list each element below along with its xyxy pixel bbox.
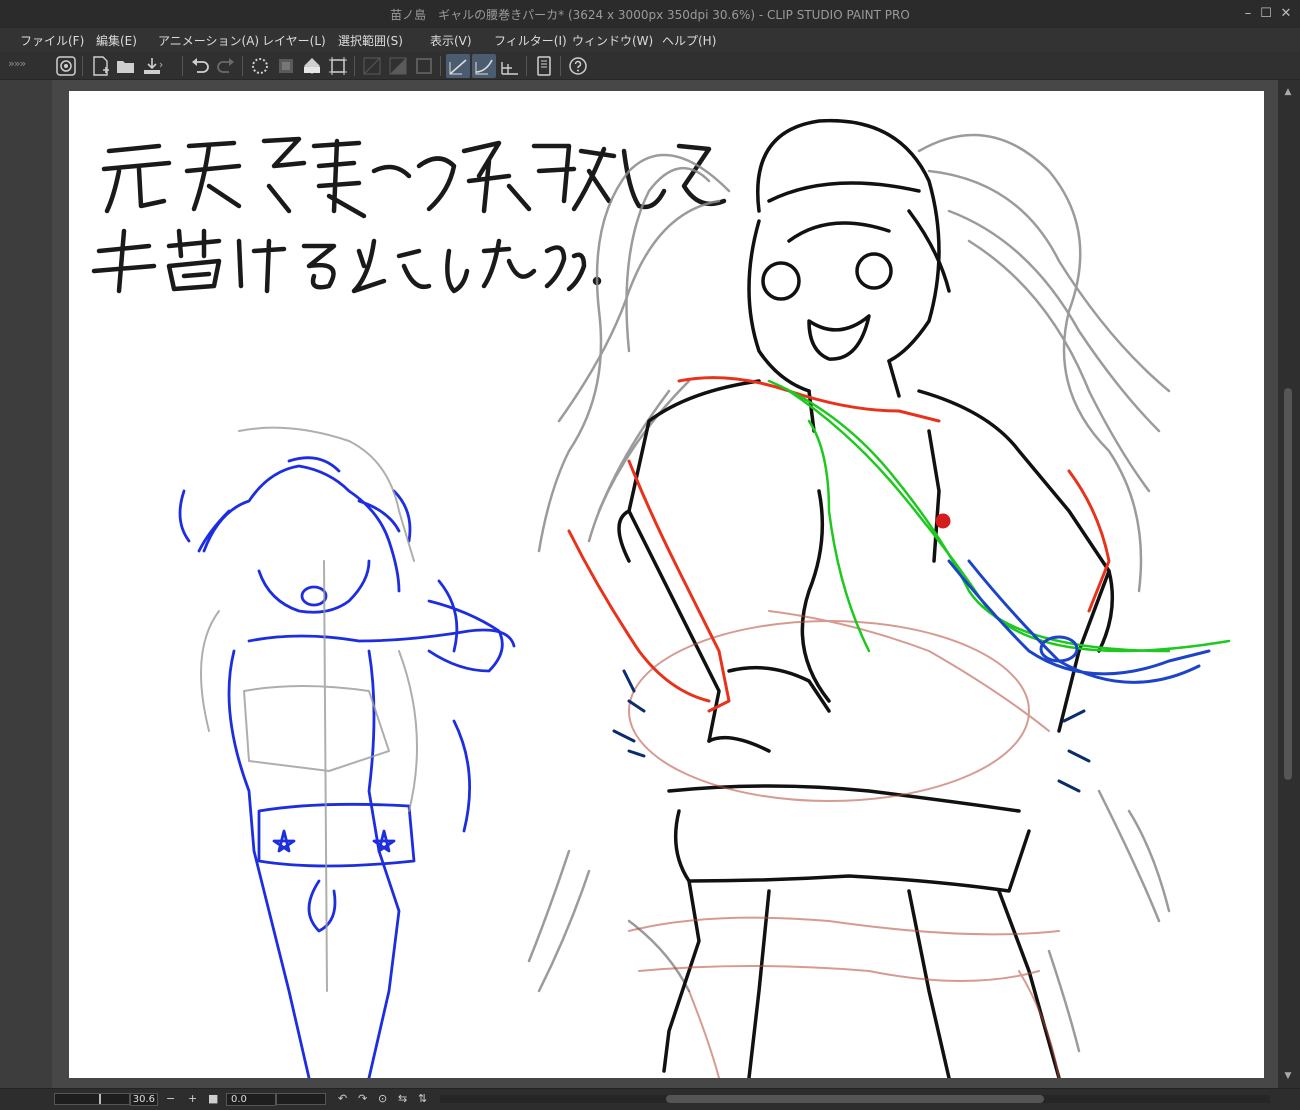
rotation-value[interactable]: 0.0: [226, 1093, 276, 1106]
frame-icon[interactable]: [412, 54, 436, 78]
toolbar-separator: [182, 56, 183, 76]
zoom-out-button[interactable]: −: [166, 1092, 175, 1106]
menu-layer[interactable]: レイヤー(L): [262, 32, 326, 49]
brooch: [935, 513, 951, 529]
panel-collapse-icon[interactable]: »»»: [8, 57, 26, 70]
green-ribbon: [767, 379, 1231, 653]
snap-special-ruler-icon[interactable]: [472, 54, 496, 78]
toolbar-separator: [354, 56, 355, 76]
maximize-button[interactable]: ☐: [1256, 4, 1276, 24]
command-bar: »»»: [0, 52, 1300, 80]
close-button[interactable]: ✕: [1276, 4, 1296, 24]
vertical-scrollbar[interactable]: ▲ ▼: [1278, 80, 1300, 1088]
zoom-slider-knob[interactable]: [99, 1094, 101, 1104]
scroll-up-icon[interactable]: ▲: [1282, 86, 1294, 98]
new-file-icon[interactable]: [88, 54, 112, 78]
toolbar-separator: [526, 56, 527, 76]
horizontal-scrollbar[interactable]: [440, 1095, 1270, 1103]
zoom-in-button[interactable]: +: [188, 1092, 197, 1106]
menu-window[interactable]: ウィンドウ(W): [572, 32, 653, 49]
menu-filter[interactable]: フィルター(I): [494, 32, 567, 49]
transform-icon[interactable]: [326, 54, 350, 78]
handwritten-text-line-1: [101, 136, 727, 219]
title-bar: 苗ノ島 ギャルの腰巻きパーカ* (3624 x 3000px 350dpi 30…: [0, 0, 1300, 28]
toolbar-separator: [440, 56, 441, 76]
drawing-canvas[interactable]: [69, 91, 1264, 1078]
flip-vertical-icon[interactable]: ⇅: [418, 1092, 427, 1106]
menu-file[interactable]: ファイル(F): [20, 32, 84, 49]
zoom-value[interactable]: 30.6: [130, 1093, 158, 1106]
horizontal-scroll-thumb[interactable]: [666, 1095, 1044, 1103]
redo-icon[interactable]: [214, 54, 238, 78]
help-icon[interactable]: [566, 54, 590, 78]
blue-ribbon: [947, 559, 1211, 684]
red-skirt-guides: [628, 610, 1060, 1078]
flip-horizontal-icon[interactable]: ⇆: [398, 1092, 407, 1106]
menu-help[interactable]: ヘルプ(H): [662, 32, 716, 49]
snap-grid-icon[interactable]: [498, 54, 522, 78]
girl-hair-sketch: [527, 133, 1171, 1053]
toolbar-separator: [560, 56, 561, 76]
menu-animation[interactable]: アニメーション(A): [158, 32, 259, 49]
clear-icon[interactable]: [274, 54, 298, 78]
scroll-down-icon[interactable]: ▼: [1282, 1070, 1294, 1082]
status-bar: 30.6 − + ■ 0.0 ↶ ↷ ⊙ ⇆ ⇅: [0, 1088, 1300, 1110]
menu-edit[interactable]: 編集(E): [96, 32, 137, 49]
menu-selection[interactable]: 選択範囲(S): [338, 32, 403, 49]
left-panel-strip: [0, 80, 52, 1088]
menu-bar: ファイル(F) 編集(E) アニメーション(A) レイヤー(L) 選択範囲(S)…: [0, 28, 1300, 52]
vertical-scroll-thumb[interactable]: [1284, 388, 1292, 780]
boy-blue-sketch: [178, 456, 516, 1078]
rotate-left-icon[interactable]: ↶: [338, 1092, 347, 1106]
fill-icon[interactable]: [300, 54, 324, 78]
reset-rotation-icon[interactable]: ⊙: [378, 1092, 387, 1106]
clip-studio-icon[interactable]: [54, 54, 78, 78]
rotation-slider[interactable]: [276, 1093, 326, 1105]
ruler-icon[interactable]: [360, 54, 384, 78]
undo-icon[interactable]: [188, 54, 212, 78]
toolbar-separator: [242, 56, 243, 76]
rotate-right-icon[interactable]: ↷: [358, 1092, 367, 1106]
snap-ruler-icon[interactable]: [446, 54, 470, 78]
layer-mask-icon[interactable]: [386, 54, 410, 78]
zoom-slider[interactable]: [54, 1093, 130, 1105]
open-folder-icon[interactable]: [114, 54, 138, 78]
menu-view[interactable]: 表示(V): [430, 32, 472, 49]
window-title: 苗ノ島 ギャルの腰巻きパーカ* (3624 x 3000px 350dpi 30…: [390, 8, 910, 22]
save-icon[interactable]: [140, 54, 164, 78]
sketch-artwork: [91, 118, 1231, 1078]
tablet-icon[interactable]: [532, 54, 556, 78]
fit-screen-icon[interactable]: ■: [208, 1092, 218, 1106]
loading-spinner-icon[interactable]: [248, 54, 272, 78]
minimize-button[interactable]: –: [1238, 4, 1258, 24]
toolbar-separator: [82, 56, 83, 76]
handwritten-text-line-2: [91, 228, 602, 294]
